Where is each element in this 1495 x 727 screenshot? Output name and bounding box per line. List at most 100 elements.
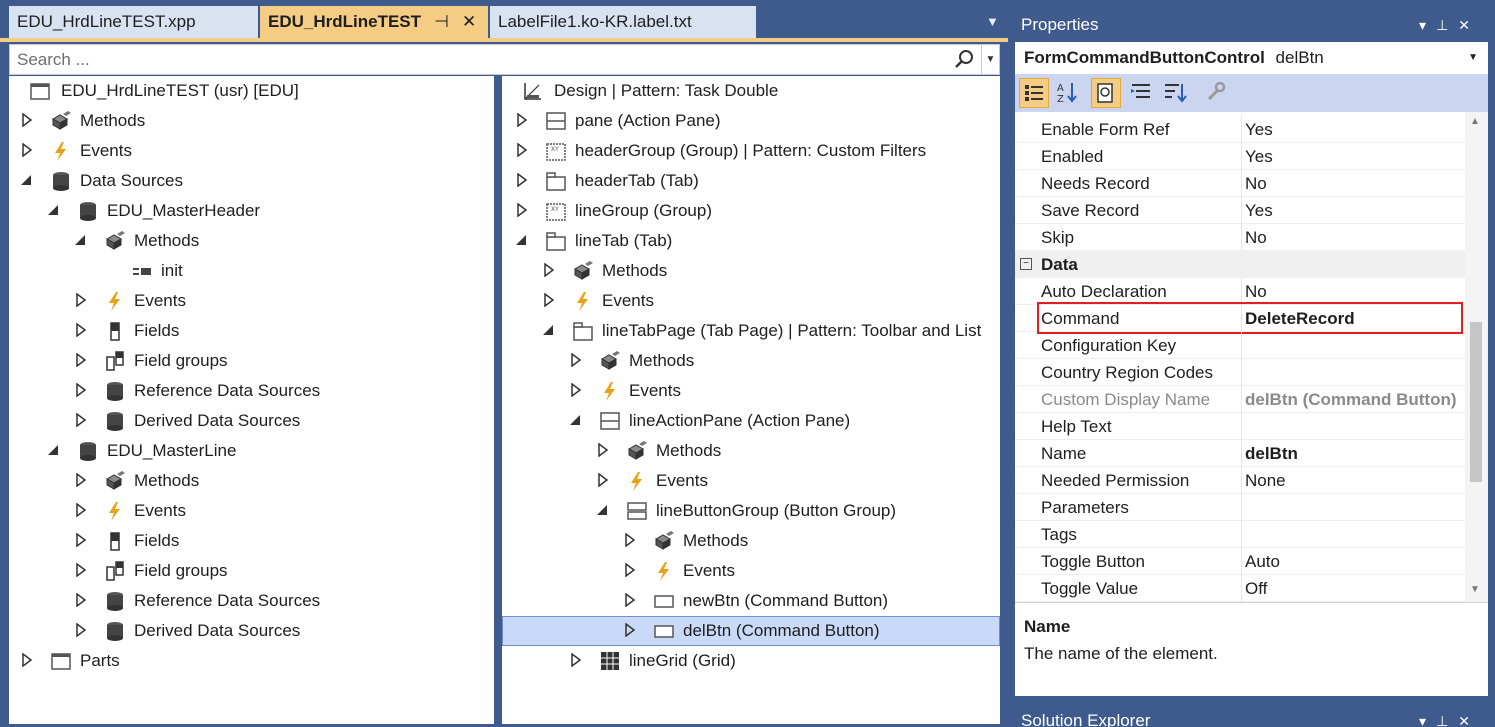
property-scrollbar[interactable]: ▲ ▼ (1465, 112, 1488, 602)
tree-node[interactable]: Reference Data Sources (9, 586, 494, 616)
tree-node[interactable]: EDU_MasterHeader (9, 196, 494, 226)
tree-node[interactable]: newBtn (Command Button) (502, 586, 1000, 616)
collapsed-arrow-icon[interactable] (75, 473, 87, 487)
property-row[interactable]: Enabled Yes (1015, 143, 1465, 170)
property-value[interactable]: No (1245, 174, 1463, 194)
property-row[interactable]: Tags (1015, 521, 1465, 548)
properties-view-icon[interactable] (1091, 78, 1121, 108)
collapsed-arrow-icon[interactable] (75, 353, 87, 367)
close-icon[interactable]: ✕ (1458, 713, 1480, 727)
property-row[interactable]: Auto Declaration No (1015, 278, 1465, 305)
collapsed-arrow-icon[interactable] (75, 563, 87, 577)
collapsed-arrow-icon[interactable] (624, 563, 636, 577)
collapsed-arrow-icon[interactable] (543, 263, 555, 277)
tab-label-file[interactable]: LabelFile1.ko-KR.label.txt (490, 6, 756, 38)
tree-node[interactable]: Methods (502, 526, 1000, 556)
collapsed-arrow-icon[interactable] (75, 293, 87, 307)
scroll-thumb[interactable] (1470, 322, 1482, 482)
tree-node[interactable]: Methods (502, 346, 1000, 376)
collapsed-arrow-icon[interactable] (516, 113, 528, 127)
property-row[interactable]: Configuration Key (1015, 332, 1465, 359)
tree-node[interactable]: Reference Data Sources (9, 376, 494, 406)
collapsed-arrow-icon[interactable] (75, 413, 87, 427)
collapsed-arrow-icon[interactable] (516, 203, 528, 217)
property-row[interactable]: Needs Record No (1015, 170, 1465, 197)
property-value[interactable]: Yes (1245, 120, 1463, 140)
property-row[interactable]: Country Region Codes (1015, 359, 1465, 386)
tree-node[interactable]: Fields (9, 316, 494, 346)
property-value[interactable]: Yes (1245, 147, 1463, 167)
collapsed-arrow-icon[interactable] (597, 443, 609, 457)
pin-icon[interactable]: ⊥ (1436, 713, 1458, 727)
search-box[interactable]: Search ... ▼ (9, 44, 1000, 75)
tree-node[interactable]: Fields (9, 526, 494, 556)
property-row[interactable]: Enable Form Ref Yes (1015, 116, 1465, 143)
window-position-icon[interactable]: ▾ (1419, 713, 1436, 727)
property-value[interactable]: None (1245, 471, 1463, 491)
collapsed-arrow-icon[interactable] (75, 593, 87, 607)
categorized-icon[interactable] (1019, 78, 1049, 108)
collapsed-arrow-icon[interactable] (570, 653, 582, 667)
collapse-icon[interactable]: − (1020, 258, 1032, 270)
collapsed-arrow-icon[interactable] (75, 383, 87, 397)
collapsed-arrow-icon[interactable] (570, 353, 582, 367)
property-row[interactable]: Help Text (1015, 413, 1465, 440)
property-row[interactable]: Needed Permission None (1015, 467, 1465, 494)
pin-icon[interactable]: ⊥ (1436, 17, 1458, 33)
collapsed-arrow-icon[interactable] (21, 653, 33, 667)
expanded-arrow-icon[interactable] (543, 323, 555, 337)
object-selector[interactable]: FormCommandButtonControl delBtn ▼ (1015, 42, 1488, 74)
tree-node[interactable]: lineTabPage (Tab Page) | Pattern: Toolba… (502, 316, 1000, 346)
tree-node[interactable]: EDU_HrdLineTEST (usr) [EDU] (9, 76, 494, 106)
tree-node[interactable]: Events (502, 376, 1000, 406)
pin-icon[interactable]: ⊣ (434, 6, 449, 38)
tree-node[interactable]: Derived Data Sources (9, 616, 494, 646)
property-value[interactable]: Off (1245, 579, 1463, 599)
tree-node[interactable]: Methods (9, 106, 494, 136)
tree-node[interactable]: Events (9, 496, 494, 526)
tree-node[interactable]: Events (502, 556, 1000, 586)
tree-node[interactable]: pane (Action Pane) (502, 106, 1000, 136)
expanded-arrow-icon[interactable] (21, 173, 33, 187)
tree-node[interactable]: Events (9, 136, 494, 166)
property-row[interactable]: Custom Display Name delBtn (Command Butto… (1015, 386, 1465, 413)
tree-node[interactable]: lineGrid (Grid) (502, 646, 1000, 676)
expanded-arrow-icon[interactable] (516, 233, 528, 247)
collapsed-arrow-icon[interactable] (543, 293, 555, 307)
tree-node[interactable]: Design | Pattern: Task Double (502, 76, 1000, 106)
solution-explorer-title-bar[interactable]: Solution Explorer ▾⊥✕ (1015, 706, 1488, 727)
search-icon[interactable] (953, 48, 975, 70)
property-value[interactable]: Auto (1245, 552, 1463, 572)
collapsed-arrow-icon[interactable] (75, 533, 87, 547)
expanded-arrow-icon[interactable] (570, 413, 582, 427)
property-row[interactable]: Toggle Value Off (1015, 575, 1465, 602)
collapsed-arrow-icon[interactable] (75, 323, 87, 337)
tree-node[interactable]: Events (9, 286, 494, 316)
tree-node[interactable]: Events (502, 466, 1000, 496)
tab-xpp-file[interactable]: EDU_HrdLineTEST.xpp (9, 6, 258, 38)
property-value[interactable]: Yes (1245, 201, 1463, 221)
collapsed-arrow-icon[interactable] (624, 593, 636, 607)
collapsed-arrow-icon[interactable] (75, 503, 87, 517)
tree-node[interactable]: Parts (9, 646, 494, 676)
collapsed-arrow-icon[interactable] (21, 113, 33, 127)
tree-node[interactable]: lineButtonGroup (Button Group) (502, 496, 1000, 526)
tree-node[interactable]: Methods (502, 256, 1000, 286)
scroll-up-icon[interactable]: ▲ (1470, 116, 1480, 127)
window-position-icon[interactable]: ▾ (1419, 17, 1436, 33)
property-value[interactable]: No (1245, 282, 1463, 302)
property-value[interactable]: No (1245, 228, 1463, 248)
tree-node[interactable]: lineTab (Tab) (502, 226, 1000, 256)
property-row[interactable]: Save Record Yes (1015, 197, 1465, 224)
collapsed-arrow-icon[interactable] (570, 383, 582, 397)
tree-node[interactable]: Field groups (9, 346, 494, 376)
sort-icon[interactable] (1161, 78, 1191, 108)
property-row[interactable]: Skip No (1015, 224, 1465, 251)
close-icon[interactable]: ✕ (1458, 17, 1480, 33)
alphabetical-sort-icon[interactable]: AZ (1053, 78, 1083, 108)
tree-node[interactable]: Methods (9, 226, 494, 256)
collapsed-arrow-icon[interactable] (597, 473, 609, 487)
collapsed-arrow-icon[interactable] (624, 533, 636, 547)
scroll-down-icon[interactable]: ▼ (1470, 584, 1480, 595)
collapsed-arrow-icon[interactable] (624, 623, 636, 637)
